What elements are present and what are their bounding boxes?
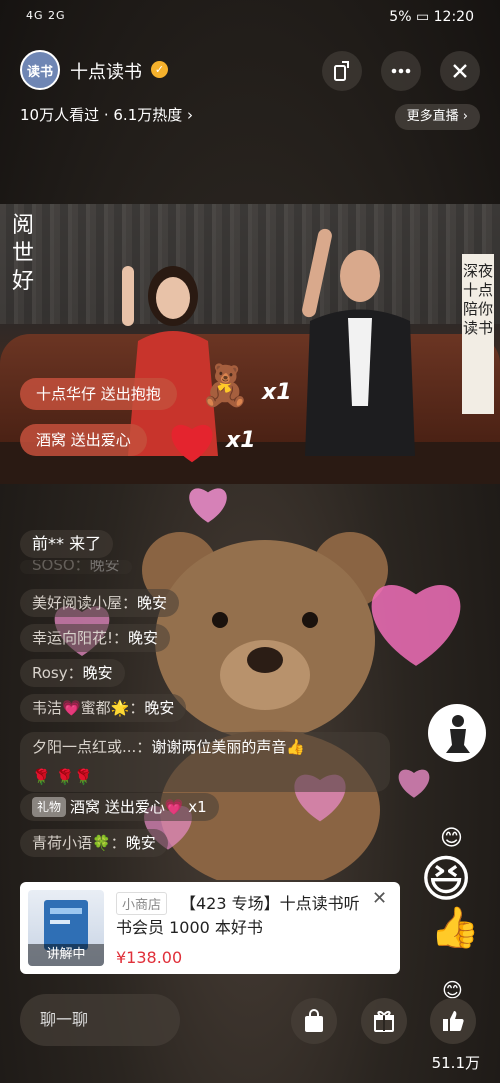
follow-host-avatar[interactable] [428, 704, 486, 762]
signal-indicator: 4G 2G [26, 9, 66, 22]
gift-text: 十点华仔 送出抱抱 [36, 385, 161, 403]
chat-message: 美好阅读小屋：晚安 [20, 589, 180, 617]
chat-user: 韦洁💗蜜都🌟： [32, 699, 145, 717]
emoji-icon: 😊 [440, 826, 463, 851]
gift-text: 酒窝 送出爱心 [36, 431, 131, 449]
chat-user: 青荷小语🍀： [32, 834, 126, 852]
shop-button[interactable] [291, 998, 337, 1044]
battery-level: 5% [389, 9, 412, 25]
chat-user: 幸运向阳花!： [32, 629, 129, 647]
chat-text: 晚安 [144, 699, 175, 717]
gift-box-icon [374, 1010, 394, 1032]
chat-message: 礼物 酒窝 送出爱心💗 x1 [20, 793, 219, 821]
floating-heart-icon [398, 769, 430, 798]
chat-text: 🌹 🌹🌹 [32, 768, 93, 786]
gift-tag: 礼物 [32, 797, 67, 817]
chat-text: 晚安 [82, 664, 113, 682]
chat-user: 酒窝 [70, 798, 101, 816]
red-heart-icon [171, 424, 213, 463]
close-button[interactable] [440, 51, 480, 91]
silhouette-icon [446, 715, 470, 753]
clock: 12:20 [433, 9, 474, 25]
chat-text: 晚安 [89, 560, 120, 574]
product-card[interactable]: 讲解中 【423 专场】十点读书听书会员 1000 本好书 小商店 ¥138.0… [20, 882, 400, 974]
status-right: 5% ▭ 12:20 [389, 9, 474, 25]
chat-user: 夕阳一点红或...： [32, 738, 152, 756]
chat-user: 美好阅读小屋： [32, 594, 138, 612]
chat-message: 韦洁💗蜜都🌟：晚安 [20, 694, 187, 722]
chat-message: 夕阳一点红或...：谢谢两位美丽的声音👍 🌹 🌹🌹 [20, 732, 390, 792]
floating-heart-icon [189, 488, 227, 523]
gift-notice: 十点华仔 送出抱抱 [20, 378, 177, 410]
gift-notice: 酒窝 送出爱心 [20, 424, 147, 456]
close-icon [453, 64, 467, 78]
like-count: 51.1万 [431, 1054, 480, 1072]
more-live-button[interactable]: 更多直播 › [394, 104, 480, 130]
avatar-text: 读书 [26, 64, 53, 80]
shopping-bag-icon [305, 1009, 323, 1032]
show-banner: 深夜十点 陪你读书 [462, 254, 494, 414]
chat-text: 晚安 [137, 594, 168, 612]
like-button[interactable] [430, 998, 476, 1044]
join-message: 前** 来了 [20, 530, 114, 558]
thumbs-up-emoji-icon: 👍 [430, 905, 480, 951]
show-title-art: 阅世好 [12, 213, 35, 294]
chat-message: 青荷小语🍀：晚安 [20, 829, 168, 857]
chat-message: Rosy：晚安 [20, 659, 125, 687]
ellipsis-icon [391, 68, 411, 74]
teddy-bear-icon: 🧸 [200, 363, 250, 409]
book-cover-icon [44, 900, 88, 950]
video-background [0, 204, 500, 324]
chat-text: 晚安 [125, 834, 156, 852]
chat-message: 幸运向阳花!：晚安 [20, 624, 171, 652]
channel-name[interactable]: 十点读书 [70, 58, 142, 84]
verified-badge-icon: ✓ [151, 61, 168, 78]
gift-count: x1 [262, 380, 292, 405]
chat-text: 晚安 [128, 629, 159, 647]
rotate-icon [334, 61, 349, 81]
chat-user: Rosy： [32, 664, 83, 682]
channel-avatar[interactable]: 读书 [20, 50, 60, 90]
floating-heart-icon [371, 584, 461, 666]
gift-count: x1 [226, 428, 256, 453]
laughing-emoji-icon: 😆 [420, 850, 473, 908]
chat-message: SOSO：晚安 [20, 560, 132, 574]
shop-tag: 小商店 [116, 892, 168, 915]
rotate-screen-button[interactable] [322, 51, 362, 91]
join-text: 前** 来了 [32, 534, 102, 553]
thumbs-up-icon [443, 1011, 464, 1031]
product-close-icon[interactable]: ✕ [372, 888, 387, 909]
live-stats: 10万人看过 · 6.1万热度 › [20, 106, 194, 124]
chat-text: 送出爱心💗 x1 [104, 798, 207, 816]
product-price: ¥138.00 [116, 948, 183, 967]
explaining-badge: 讲解中 [28, 944, 104, 966]
chat-text: 谢谢两位美丽的声音👍 [151, 738, 305, 756]
gift-button[interactable] [361, 998, 407, 1044]
chat-user: SOSO： [32, 560, 90, 574]
product-thumbnail[interactable]: 讲解中 [28, 890, 104, 966]
comment-input[interactable]: 聊一聊 [20, 994, 180, 1046]
host-man [302, 228, 415, 456]
more-options-button[interactable] [381, 51, 421, 91]
status-bar: 4G 2G 5% ▭ 12:20 [0, 0, 500, 36]
